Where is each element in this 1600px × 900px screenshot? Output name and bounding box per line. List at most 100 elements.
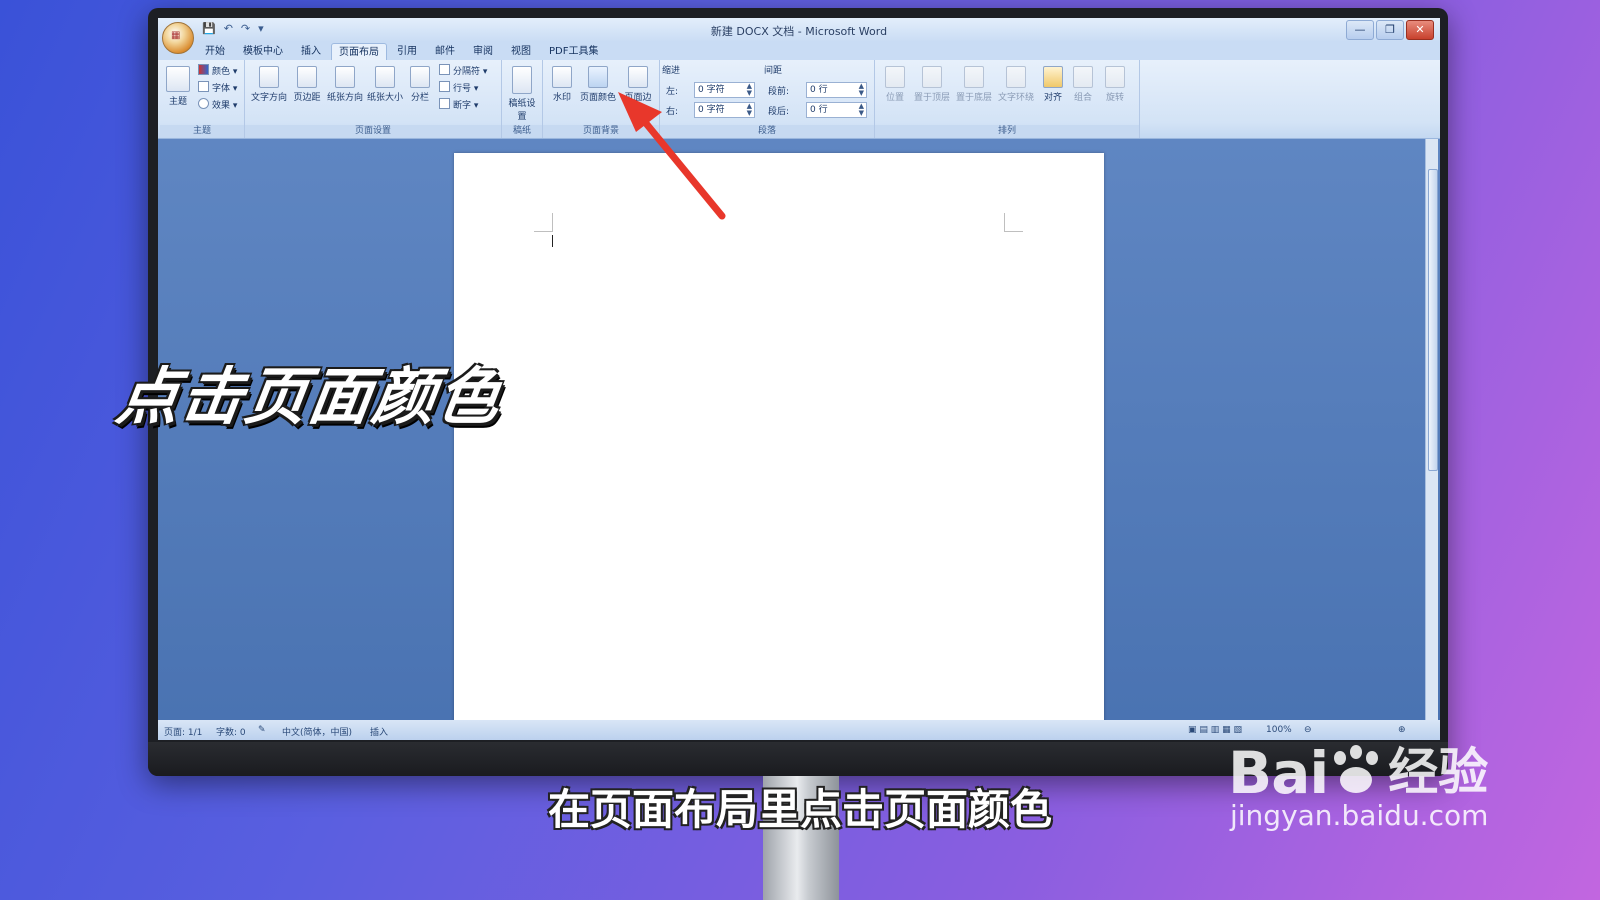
status-page[interactable]: 页面: 1/1 (164, 725, 202, 738)
baidu-jingyan-watermark: Bai 经验 jingyan.baidu.com (1228, 732, 1488, 832)
margins-button[interactable]: 页边距 (289, 66, 325, 103)
margin-corner-top-left (534, 213, 553, 232)
window-controls: — ❐ ✕ (1346, 20, 1434, 40)
size-button[interactable]: 纸张大小 (365, 66, 405, 103)
hyphenation-button[interactable]: 断字 ▾ (439, 98, 478, 111)
spinner-arrows-icon[interactable]: ▲ ▼ (747, 103, 752, 117)
scroll-thumb[interactable] (1428, 169, 1438, 471)
rotate-button[interactable]: 旋转 (1101, 66, 1129, 103)
position-button[interactable]: 位置 (879, 66, 911, 103)
group-label-paragraph: 段落 (660, 125, 874, 137)
orientation-icon (335, 66, 355, 88)
close-button[interactable]: ✕ (1406, 20, 1434, 40)
breaks-icon (439, 64, 450, 75)
tab-mailings[interactable]: 邮件 (428, 43, 462, 60)
text-direction-icon (259, 66, 279, 88)
watermark-icon (552, 66, 572, 88)
group-arrange: 位置 置于顶层 置于底层 文字环绕 对齐 组合 旋转 排列 (875, 60, 1140, 138)
colors-icon (198, 64, 209, 75)
theme-fonts-button[interactable]: 字体 ▾ (198, 81, 237, 94)
indent-left-label: 左: (666, 87, 679, 97)
status-words[interactable]: 字数: 0 (216, 725, 246, 738)
spacing-title: 间距 (764, 66, 783, 76)
group-label-theme: 主题 (160, 125, 244, 137)
rotate-icon (1105, 66, 1125, 88)
spacing-before-input[interactable]: 0 行 ▲ ▼ (806, 82, 867, 98)
document-page[interactable] (454, 153, 1104, 723)
vertical-scrollbar[interactable] (1425, 139, 1438, 720)
orientation-button[interactable]: 纸张方向 (325, 66, 365, 103)
draft-paper-icon (512, 66, 532, 94)
tab-view[interactable]: 视图 (504, 43, 538, 60)
office-logo-icon: ▦ (171, 30, 181, 41)
watermark-brand-cn: 经验 (1388, 743, 1489, 801)
group-label-arrange: 排列 (875, 125, 1139, 137)
page-borders-icon (628, 66, 648, 88)
proofing-icon[interactable]: ✎ (258, 725, 266, 735)
effects-icon (198, 98, 209, 109)
indent-left-input[interactable]: 0 字符 ▲ ▼ (694, 82, 755, 98)
text-cursor (552, 235, 553, 247)
spacing-after-input[interactable]: 0 行 ▲ ▼ (806, 102, 867, 118)
minimize-button[interactable]: — (1346, 20, 1374, 40)
line-numbers-icon (439, 81, 450, 92)
spinner-arrows-icon[interactable]: ▲ ▼ (859, 83, 864, 97)
breaks-button[interactable]: 分隔符 ▾ (439, 64, 487, 77)
align-icon (1043, 66, 1063, 88)
send-to-back-button[interactable]: 置于底层 (953, 66, 995, 103)
tab-page-layout[interactable]: 页面布局 (331, 43, 387, 61)
theme-button[interactable]: 主题 (164, 66, 192, 107)
margins-icon (297, 66, 317, 88)
spacing-before-label: 段前: (768, 87, 790, 97)
tab-home[interactable]: 开始 (198, 43, 232, 60)
hyphenation-icon (439, 98, 450, 109)
status-mode[interactable]: 插入 (370, 725, 388, 738)
align-button[interactable]: 对齐 (1039, 66, 1067, 103)
status-language[interactable]: 中文(简体，中国) (282, 725, 352, 738)
group-objects-button[interactable]: 组合 (1069, 66, 1097, 103)
watermark-brand: Bai (1228, 739, 1329, 807)
baidu-paw-icon (1328, 745, 1388, 797)
group-page-setup: 文字方向 页边距 纸张方向 纸张大小 分栏 分隔符 ▾ 行号 ▾ 断字 ▾ 页面… (245, 60, 502, 138)
spinner-arrows-icon[interactable]: ▲ ▼ (859, 103, 864, 117)
size-icon (375, 66, 395, 88)
text-wrap-icon (1006, 66, 1026, 88)
line-numbers-button[interactable]: 行号 ▾ (439, 81, 478, 94)
tab-template-center[interactable]: 模板中心 (236, 43, 290, 60)
send-back-icon (964, 66, 984, 88)
indent-right-input[interactable]: 0 字符 ▲ ▼ (694, 102, 755, 118)
spinner-arrows-icon[interactable]: ▲ ▼ (747, 83, 752, 97)
theme-icon (166, 66, 190, 92)
tab-review[interactable]: 审阅 (466, 43, 500, 60)
watermark-button[interactable]: 水印 (547, 66, 577, 103)
tab-references[interactable]: 引用 (390, 43, 424, 60)
group-paragraph: 缩进 间距 左: 0 字符 ▲ ▼ 右: 0 字符 ▲ ▼ 段前: 0 行 ▲ ▼ 段后: … (660, 60, 875, 138)
group-page-background: 水印 页面颜色 页面边框 页面背景 (543, 60, 660, 138)
theme-effects-button[interactable]: 效果 ▾ (198, 98, 237, 111)
margin-corner-top-right (1004, 213, 1023, 232)
text-wrap-button[interactable]: 文字环绕 (995, 66, 1037, 103)
draft-paper-button[interactable]: 稿纸设置 (506, 66, 538, 122)
page-color-button[interactable]: 页面颜色 (577, 66, 619, 103)
group-label-draft: 稿纸 (502, 125, 542, 137)
indent-title: 缩进 (662, 66, 681, 76)
group-label-page-background: 页面背景 (543, 125, 659, 137)
group-draft-paper: 稿纸设置 稿纸 (502, 60, 543, 138)
title-bar: 💾 ↶ ↷ ▾ 新建 DOCX 文档 - Microsoft Word — ❐ … (158, 18, 1440, 42)
tab-insert[interactable]: 插入 (294, 43, 328, 60)
bring-front-icon (922, 66, 942, 88)
bring-to-front-button[interactable]: 置于顶层 (911, 66, 953, 103)
window-title: 新建 DOCX 文档 - Microsoft Word (710, 25, 888, 38)
group-theme: 主题 颜色 ▾ 字体 ▾ 效果 ▾ 主题 (160, 60, 245, 138)
theme-colors-button[interactable]: 颜色 ▾ (198, 64, 237, 77)
columns-button[interactable]: 分栏 (407, 66, 433, 103)
watermark-url: jingyan.baidu.com (1230, 799, 1489, 832)
ribbon: 主题 颜色 ▾ 字体 ▾ 效果 ▾ 主题 文字方向 页边距 纸张方向 纸张大小 … (158, 60, 1440, 139)
office-button[interactable]: ▦ (162, 22, 194, 54)
position-icon (885, 66, 905, 88)
page-color-icon (588, 66, 608, 88)
restore-button[interactable]: ❐ (1376, 20, 1404, 40)
text-direction-button[interactable]: 文字方向 (249, 66, 289, 103)
tab-pdf-tools[interactable]: PDF工具集 (542, 43, 605, 60)
page-borders-button[interactable]: 页面边框 (621, 66, 655, 116)
